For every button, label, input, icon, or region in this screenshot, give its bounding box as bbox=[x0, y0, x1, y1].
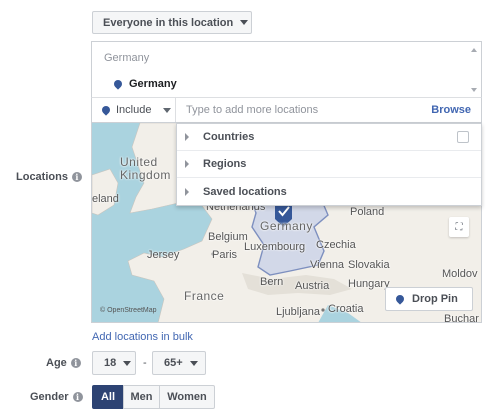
map-label: Croatia bbox=[328, 303, 364, 315]
age-min-dropdown[interactable]: 18 bbox=[92, 351, 136, 375]
map-label: Kingdom bbox=[120, 168, 171, 182]
selected-location-label: Germany bbox=[129, 78, 177, 90]
expand-arrow-icon[interactable] bbox=[185, 187, 189, 196]
expand-arrow-icon[interactable] bbox=[185, 160, 189, 168]
include-dropdown[interactable]: Include bbox=[92, 98, 176, 122]
gender-option-women[interactable]: Women bbox=[159, 385, 215, 409]
drop-pin-label: Drop Pin bbox=[412, 293, 458, 305]
map-label: Hungary bbox=[348, 278, 390, 290]
map-label: Belgium bbox=[208, 231, 248, 243]
scroll-up-icon[interactable] bbox=[471, 48, 477, 52]
location-search-row: Include Browse bbox=[91, 97, 482, 123]
selected-location-item[interactable]: Germany bbox=[112, 78, 177, 90]
location-pin-icon bbox=[100, 104, 112, 116]
menu-item-label: Countries bbox=[203, 131, 255, 143]
scrollbar[interactable] bbox=[468, 42, 481, 98]
select-checkbox[interactable] bbox=[457, 131, 469, 143]
map-label: Poland bbox=[350, 206, 385, 218]
map-attribution[interactable]: © OpenStreetMap bbox=[100, 307, 157, 314]
age-range-separator: - bbox=[143, 357, 147, 369]
fullscreen-icon[interactable]: ⛶ bbox=[449, 217, 469, 237]
gender-label: Gender i bbox=[30, 391, 83, 403]
map-label: United bbox=[120, 155, 158, 169]
gender-option-all[interactable]: All bbox=[92, 385, 124, 409]
map-label: Czechia bbox=[316, 239, 356, 251]
add-locations-in-bulk-link[interactable]: Add locations in bulk bbox=[92, 331, 193, 343]
age-max-dropdown[interactable]: 65+ bbox=[152, 351, 206, 375]
location-pin-icon bbox=[394, 293, 406, 305]
map-label: eland bbox=[92, 193, 119, 205]
locations-label: Locations i bbox=[16, 171, 82, 183]
map-label: Slovakia bbox=[348, 259, 390, 271]
map-label: Buchar bbox=[444, 313, 479, 323]
gender-option-men[interactable]: Men bbox=[123, 385, 160, 409]
map-label: Jersey bbox=[147, 249, 180, 261]
map-label: Austria bbox=[295, 280, 330, 292]
age-label: Age i bbox=[46, 357, 81, 369]
map-label: Bern bbox=[260, 276, 284, 288]
location-search-input[interactable] bbox=[176, 98, 432, 122]
browse-menu-item-countries[interactable]: Countries bbox=[177, 124, 481, 151]
drop-pin-button[interactable]: Drop Pin bbox=[385, 287, 473, 311]
info-icon[interactable]: i bbox=[72, 392, 83, 402]
chevron-down-icon bbox=[189, 360, 198, 366]
audience-dropdown-label: Everyone in this location bbox=[103, 16, 234, 29]
age-max-value: 65+ bbox=[164, 357, 183, 369]
map-label: Luxembourg bbox=[244, 241, 306, 253]
age-min-value: 18 bbox=[104, 357, 117, 369]
map-label: Ljubljana bbox=[276, 306, 321, 318]
browse-menu-item-saved-locations[interactable]: Saved locations bbox=[177, 178, 481, 205]
audience-dropdown[interactable]: Everyone in this location bbox=[92, 11, 252, 34]
chevron-down-icon bbox=[123, 360, 132, 366]
map-label: France bbox=[184, 289, 225, 303]
map-label: Vienna bbox=[310, 259, 345, 271]
browse-link[interactable]: Browse bbox=[431, 104, 481, 116]
map-label: Paris bbox=[212, 249, 238, 261]
map-label: Germany bbox=[260, 219, 313, 233]
map-label: Moldov bbox=[442, 268, 478, 280]
browse-menu-item-regions[interactable]: Regions bbox=[177, 151, 481, 178]
expand-arrow-icon[interactable] bbox=[185, 133, 189, 141]
selected-locations-box: Germany Germany bbox=[91, 41, 482, 97]
scroll-down-icon[interactable] bbox=[471, 88, 477, 92]
location-group-header: Germany bbox=[104, 52, 150, 64]
chevron-down-icon bbox=[163, 107, 172, 113]
browse-menu: Countries Regions Saved locations bbox=[176, 123, 482, 206]
menu-item-label: Saved locations bbox=[203, 185, 287, 198]
chevron-down-icon bbox=[240, 20, 249, 25]
menu-item-label: Regions bbox=[203, 158, 247, 170]
info-icon[interactable]: i bbox=[70, 358, 81, 368]
city-dot bbox=[321, 308, 325, 312]
location-pin-icon bbox=[112, 78, 124, 90]
include-label: Include bbox=[116, 104, 152, 116]
gender-segmented-control: All Men Women bbox=[92, 385, 215, 409]
info-icon[interactable]: i bbox=[71, 172, 82, 182]
